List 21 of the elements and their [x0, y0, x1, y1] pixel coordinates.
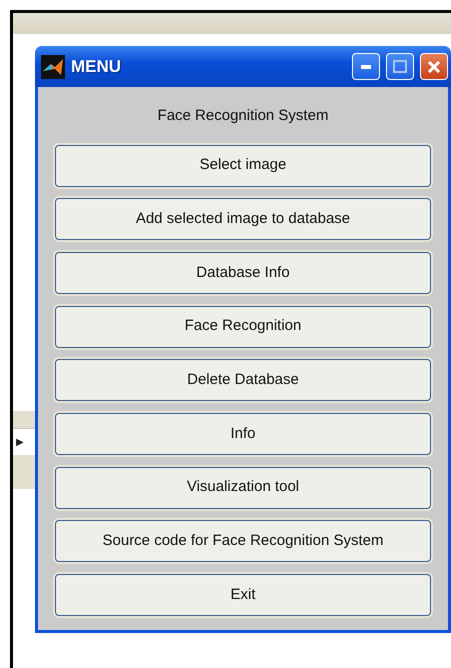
menu-button[interactable]: Source code for Face Recognition System: [55, 520, 431, 562]
close-icon: [427, 60, 441, 74]
menu-button[interactable]: Delete Database: [55, 359, 431, 402]
heading: Face Recognition System: [158, 106, 328, 126]
menu-button[interactable]: Select image: [55, 144, 431, 186]
panel-bar: [13, 411, 35, 429]
window-title: MENU: [71, 56, 122, 78]
menu-button[interactable]: Visualization tool: [55, 466, 431, 509]
row-marker: ▶: [16, 436, 24, 450]
close-button[interactable]: [420, 53, 448, 80]
menu-button[interactable]: Info: [55, 412, 431, 455]
menu-button[interactable]: Database Info: [55, 252, 431, 294]
minimize-button[interactable]: [352, 53, 380, 80]
menu-button[interactable]: Add selected image to database: [55, 198, 431, 240]
maximize-icon: [393, 60, 407, 73]
panel-bar: [13, 455, 35, 489]
menu-button[interactable]: Face Recognition: [55, 306, 431, 348]
maximize-button[interactable]: [386, 53, 414, 80]
app-icon: [41, 54, 65, 78]
minimize-icon: [361, 64, 371, 68]
menu-button[interactable]: Exit: [55, 574, 431, 616]
